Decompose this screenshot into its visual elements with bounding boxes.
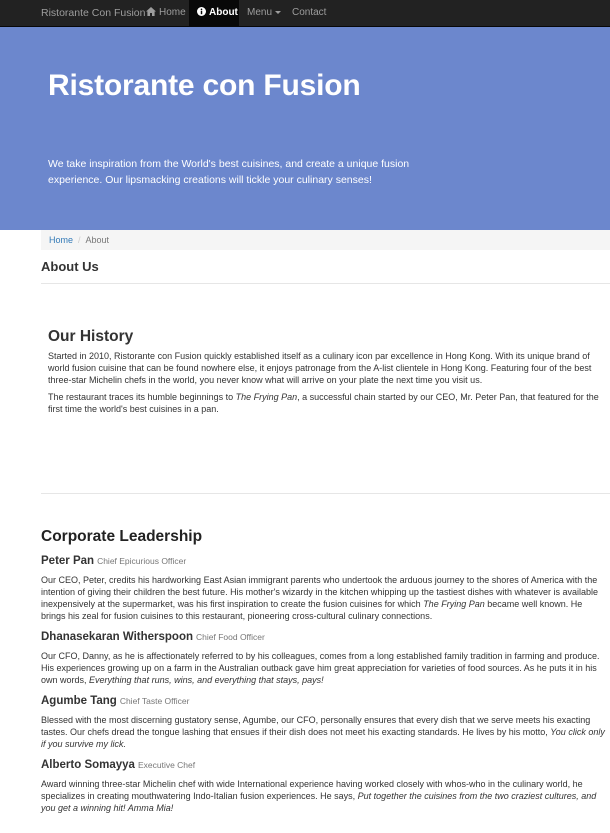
breadcrumb-separator: / — [78, 235, 81, 245]
breadcrumb-home-link[interactable]: Home — [49, 235, 73, 245]
leadership-title: Corporate Leadership — [41, 528, 203, 545]
jumbotron-text: We take inspiration from the World's bes… — [48, 158, 410, 186]
page-title: About Us — [41, 259, 99, 274]
breadcrumb-current: About — [85, 235, 110, 245]
divider — [41, 493, 610, 494]
navbar: Ristorante Con Fusion Home About Menu Co… — [0, 0, 610, 27]
info-circle-icon — [197, 6, 206, 16]
leader-description: Blessed with the most discerning gustato… — [41, 715, 605, 749]
leader-designation: Chief Taste Officer — [119, 696, 190, 706]
nav-about-label: About — [209, 7, 238, 18]
history-paragraph-1: Started in 2010, Ristorante con Fusion q… — [48, 351, 592, 385]
jumbotron-title: Ristorante con Fusion — [48, 69, 361, 102]
jumbotron: Ristorante con Fusion We take inspiratio… — [0, 27, 610, 230]
divider — [41, 283, 610, 284]
leader-description: Award winning three-star Michelin chef w… — [41, 779, 597, 813]
leader-description: Our CFO, Danny, as he is affectionately … — [41, 651, 600, 685]
leader-name: Peter Pan Chief Epicurious Officer — [41, 555, 187, 567]
leader-designation: Chief Epicurious Officer — [97, 556, 187, 566]
home-icon — [146, 6, 156, 16]
nav-item-menu-dropdown[interactable]: Menu — [247, 0, 282, 26]
leader-designation: Chief Food Officer — [196, 632, 265, 642]
navbar-brand[interactable]: Ristorante Con Fusion — [41, 0, 145, 26]
nav-item-about[interactable]: About — [189, 0, 239, 26]
nav-contact-label: Contact — [292, 7, 327, 18]
nav-item-contact[interactable]: Contact — [292, 0, 326, 26]
leader-name: Alberto Somayya Executive Chef — [41, 759, 196, 771]
breadcrumb: Home / About — [41, 230, 610, 250]
nav-menu-label: Menu — [247, 7, 273, 18]
leader-name: Agumbe Tang Chief Taste Officer — [41, 695, 190, 707]
caret-down-icon — [275, 10, 282, 14]
history-paragraph-2: The restaurant traces its humble beginni… — [48, 392, 599, 414]
nav-item-home[interactable]: Home — [146, 0, 186, 26]
leader-designation: Executive Chef — [137, 760, 196, 770]
nav-home-label: Home — [159, 7, 186, 18]
history-title: Our History — [48, 328, 134, 345]
leader-description: Our CEO, Peter, credits his hardworking … — [41, 575, 599, 621]
leader-name: Dhanasekaran Witherspoon Chief Food Offic… — [41, 631, 265, 643]
